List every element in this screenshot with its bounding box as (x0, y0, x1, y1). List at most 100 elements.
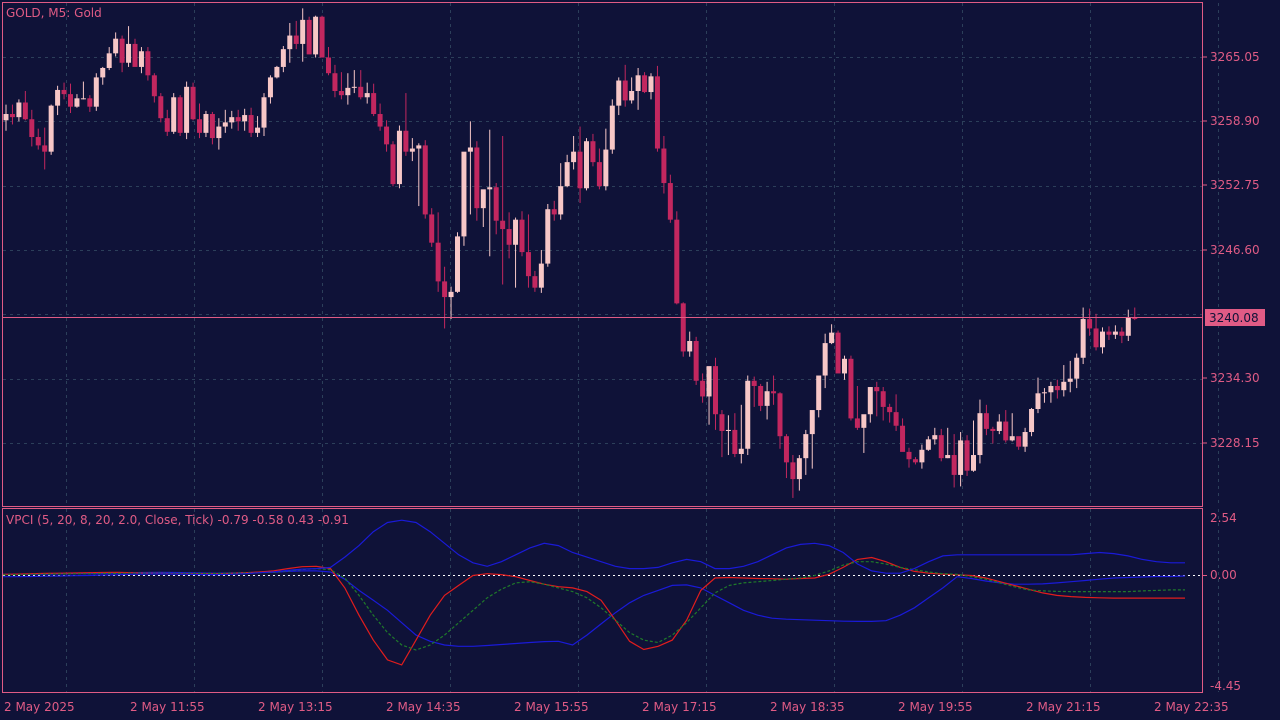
candle-body (867, 387, 873, 415)
candle-body (384, 126, 390, 145)
candle-body (629, 90, 635, 101)
time-label-8: 2 May 21:15 (1026, 700, 1101, 714)
candle-body (203, 114, 209, 133)
candle-body (132, 43, 138, 67)
candle-body (1067, 378, 1073, 382)
price-tick-1: 3265.05 (1210, 50, 1260, 64)
candle-body (1016, 436, 1022, 447)
candle-body (945, 455, 951, 459)
candle-body (248, 115, 254, 133)
candle-body (1029, 409, 1035, 433)
candle-body (467, 147, 473, 152)
time-label-6: 2 May 18:35 (770, 700, 845, 714)
candle-body (893, 412, 899, 426)
candle-body (758, 385, 764, 406)
candle-body (603, 149, 609, 187)
candle-body (842, 358, 847, 374)
candle-body (525, 252, 531, 277)
time-label-5: 2 May 17:15 (642, 700, 717, 714)
candle-body (971, 455, 976, 471)
candle-body (29, 119, 35, 138)
candle-body (983, 413, 989, 429)
candle-body (906, 451, 912, 460)
candle-body (274, 66, 280, 78)
candle-body (416, 145, 422, 149)
gold-m5-chart[interactable]: GOLD, M5: Gold 3265.05 3258.90 3252.75 3… (0, 0, 1280, 720)
candle-body (622, 80, 628, 101)
candle-body (513, 219, 519, 245)
candle-body (816, 375, 822, 411)
candle-body (338, 90, 344, 96)
candle-body (396, 130, 402, 185)
price-tick-5: 3234.30 (1210, 371, 1260, 385)
candle-body (229, 117, 235, 123)
candle-body (390, 144, 396, 185)
candle-body (313, 16, 319, 55)
candle-body (977, 413, 983, 456)
candle-body (1132, 317, 1138, 319)
candle-body (506, 229, 512, 245)
candle-body (455, 236, 460, 292)
candle-body (1003, 421, 1009, 441)
candle-body (358, 86, 364, 98)
candle-body (861, 414, 867, 428)
price-tick-2: 3258.90 (1210, 114, 1260, 128)
candle-body (435, 242, 441, 282)
candle-body (403, 130, 409, 152)
candle-body (880, 391, 886, 407)
chart-title: GOLD, M5: Gold (6, 6, 102, 20)
candle-body (500, 220, 506, 230)
candle-body (919, 449, 925, 463)
candle-body (713, 366, 718, 415)
vpci-tick-bottom: -4.45 (1210, 679, 1241, 693)
candle-body (590, 141, 596, 163)
candle-body (900, 425, 906, 452)
time-label-9: 2 May 22:35 (1154, 700, 1229, 714)
candle-body (171, 97, 177, 132)
candle-body (1041, 392, 1047, 394)
candle-body (732, 429, 738, 454)
candle-body (854, 418, 860, 428)
candle-body (803, 434, 809, 459)
time-label-4: 2 May 15:55 (514, 700, 589, 714)
candle-body (680, 303, 686, 352)
candle-body (255, 127, 261, 133)
candle-body (596, 162, 602, 187)
time-label-7: 2 May 19:55 (898, 700, 973, 714)
candle-body (93, 77, 99, 107)
candle-body (364, 93, 370, 98)
candle-body (126, 43, 132, 63)
candle-body (377, 114, 383, 127)
candle-body (74, 98, 80, 107)
candle-body (1119, 331, 1125, 336)
candle-body (764, 391, 770, 406)
candle-body (474, 147, 480, 209)
candle-body (1048, 385, 1054, 393)
vpci-tick-zero: 0.00 (1210, 568, 1237, 582)
candle-body (119, 38, 125, 63)
candle-body (261, 97, 267, 128)
candle-body (571, 151, 577, 163)
candle-body (87, 98, 93, 107)
candle-body (996, 421, 1002, 431)
candle-body (706, 366, 712, 397)
candle-body (177, 97, 183, 133)
candle-body (700, 380, 706, 397)
candle-body (719, 414, 725, 431)
candle-body (1061, 381, 1067, 391)
candle-body (1080, 319, 1086, 358)
candle-body (751, 380, 757, 386)
candle-body (642, 75, 648, 93)
candle-body (771, 391, 777, 394)
candle-body (822, 343, 828, 376)
time-label-2: 2 May 13:15 (258, 700, 333, 714)
candle-body (654, 76, 660, 149)
candle-body (584, 141, 589, 189)
vpci-legend: VPCI (5, 20, 8, 20, 2.0, Close, Tick) -0… (6, 513, 349, 527)
candle-body (519, 219, 525, 253)
candle-body (958, 440, 964, 475)
candle-body (429, 214, 435, 243)
candle-body (287, 35, 293, 50)
candle-body (674, 219, 680, 304)
candle-body (493, 187, 499, 221)
